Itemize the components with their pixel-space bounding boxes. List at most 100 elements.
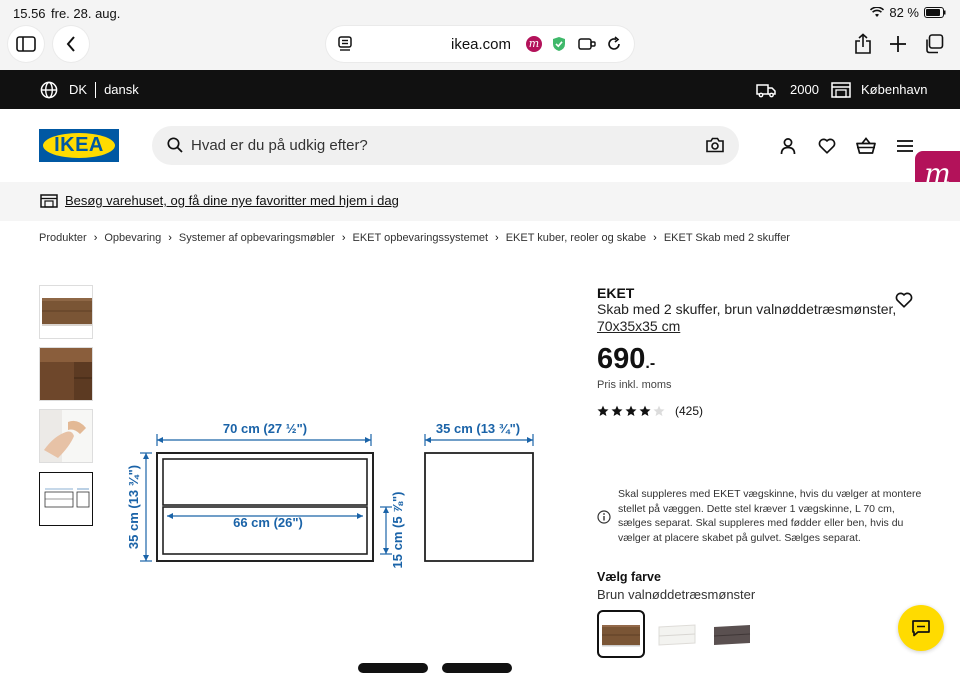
thumbnail-product-front[interactable] xyxy=(39,285,93,339)
star-filled-icon xyxy=(597,405,609,416)
star-filled-icon xyxy=(611,405,623,416)
extensions-icon[interactable] xyxy=(578,37,596,51)
price-vat-note: Pris inkl. moms xyxy=(597,379,672,391)
store-icon xyxy=(40,194,58,208)
chevron-right-icon: › xyxy=(93,232,98,244)
add-to-favorites-button[interactable] xyxy=(895,292,913,308)
truck-icon xyxy=(756,83,776,97)
store-name: København xyxy=(861,82,928,97)
shield-icon[interactable] xyxy=(552,36,566,52)
status-date: fre. 28. aug. xyxy=(51,6,121,21)
tabs-overview-button[interactable] xyxy=(920,30,948,58)
status-time: 15.56 xyxy=(13,6,46,21)
walnut-swatch-image xyxy=(602,625,640,647)
account-button[interactable] xyxy=(777,135,799,157)
review-count: (425) xyxy=(675,404,704,418)
locale-bar: DK dansk 2000 København xyxy=(0,70,960,109)
chevron-right-icon: › xyxy=(341,232,346,244)
product-size-link[interactable]: 70x35x35 cm xyxy=(597,318,680,334)
promo-link[interactable]: Besøg varehuset, og få dine nye favoritt… xyxy=(65,193,399,208)
chat-button[interactable] xyxy=(898,605,944,651)
address-bar[interactable]: ikea.com m xyxy=(326,26,634,62)
price-suffix: .- xyxy=(645,355,656,372)
chevron-right-icon: › xyxy=(653,232,657,244)
inner-width-dimension-label: 66 cm (26") xyxy=(233,515,303,530)
dimensions-thumb-image xyxy=(44,488,90,508)
plus-icon xyxy=(890,36,906,52)
breadcrumb-current: EKET Skab med 2 skuffer xyxy=(663,232,790,244)
width-dimension-label: 70 cm (27 ½") xyxy=(223,421,307,436)
chat-icon xyxy=(912,620,930,637)
product-note: Skal suppleres med EKET vægskinne, hvis … xyxy=(618,488,922,544)
tabs-icon xyxy=(926,34,944,54)
star-empty-icon xyxy=(653,405,665,416)
extension-m-icon[interactable]: m xyxy=(526,36,542,52)
battery-icon xyxy=(924,7,946,18)
reader-icon[interactable] xyxy=(338,36,352,52)
breadcrumb: Produkter › Opbevaring › Systemer af opbev… xyxy=(39,232,790,244)
store-selector[interactable]: København xyxy=(831,70,928,109)
reload-icon[interactable] xyxy=(606,36,622,52)
color-option-darkgrey[interactable] xyxy=(707,610,755,658)
zip-code: 2000 xyxy=(790,82,819,97)
store-icon xyxy=(831,81,851,98)
status-bar: 15.56 fre. 28. aug. 82 % xyxy=(0,0,960,26)
share-button[interactable] xyxy=(849,30,877,58)
info-icon xyxy=(597,510,611,524)
promo-bar: Besøg varehuset, og få dine nye favoritt… xyxy=(0,182,960,221)
new-tab-button[interactable] xyxy=(884,30,912,58)
breadcrumb-item[interactable]: EKET opbevaringssystemet xyxy=(353,232,489,244)
sidebar-toggle-button[interactable] xyxy=(8,26,44,62)
share-icon xyxy=(855,33,871,54)
product-name: Skab med 2 skuffer, brun valnøddetræsmøn… xyxy=(597,301,897,317)
favorites-button[interactable] xyxy=(816,135,838,157)
gallery-nav-button[interactable] xyxy=(358,663,428,673)
delivery-zip-button[interactable]: 2000 xyxy=(756,70,819,109)
white-swatch-image xyxy=(658,624,696,646)
star-filled-icon xyxy=(639,405,651,416)
basket-icon xyxy=(856,137,876,154)
search-input[interactable]: Hvad er du på udkig efter? xyxy=(152,126,739,165)
wifi-icon xyxy=(870,7,885,17)
product-brand: EKET xyxy=(597,285,635,301)
thumbnail-dimensions[interactable] xyxy=(39,472,93,526)
color-section-label: Vælg farve xyxy=(597,570,661,584)
battery-percent: 82 % xyxy=(889,5,919,20)
thumbnail-hand[interactable] xyxy=(39,409,93,463)
product-thumb-image xyxy=(42,298,92,326)
language-selector[interactable]: DK dansk xyxy=(40,70,139,109)
url-text: ikea.com xyxy=(451,36,512,53)
user-icon xyxy=(780,138,796,155)
cart-button[interactable] xyxy=(855,135,877,157)
drawer-height-dimension-label: 15 cm (5 ⅞") xyxy=(390,492,405,569)
product-price: 690.- xyxy=(597,343,655,376)
depth-dimension-label: 35 cm (13 ¾") xyxy=(436,421,520,436)
search-placeholder: Hvad er du på udkig efter? xyxy=(191,137,368,154)
thumbnail-closeup[interactable] xyxy=(39,347,93,401)
ikea-logo[interactable]: IKEA xyxy=(39,129,119,162)
camera-icon[interactable] xyxy=(705,136,725,154)
back-button[interactable] xyxy=(53,26,89,62)
breadcrumb-item[interactable]: Produkter xyxy=(39,232,87,244)
rating-stars xyxy=(597,405,665,417)
country-code: DK xyxy=(69,82,88,97)
browser-toolbar: ikea.com m xyxy=(0,26,960,70)
hand-thumb-image xyxy=(40,410,92,462)
divider xyxy=(95,81,97,98)
color-option-white[interactable] xyxy=(652,610,700,658)
site-header: IKEA Hvad er du på udkig efter? xyxy=(0,109,960,182)
product-rating[interactable]: (425) xyxy=(597,404,703,418)
height-dimension-label: 35 cm (13 ¾") xyxy=(126,465,141,549)
breadcrumb-item[interactable]: Systemer af opbevaringsmøbler xyxy=(179,232,335,244)
color-option-walnut[interactable] xyxy=(597,610,645,658)
selected-color-name: Brun valnøddetræsmønster xyxy=(597,587,756,602)
logo-text: IKEA xyxy=(54,134,104,156)
closeup-thumb-image xyxy=(40,348,92,400)
breadcrumb-item[interactable]: EKET kuber, reoler og skabe xyxy=(506,232,646,244)
chevron-right-icon: › xyxy=(168,232,172,244)
menu-button[interactable] xyxy=(894,135,916,157)
chevron-right-icon: › xyxy=(495,232,499,244)
breadcrumb-item[interactable]: Opbevaring xyxy=(104,232,161,244)
hamburger-icon xyxy=(897,140,913,152)
gallery-nav-button[interactable] xyxy=(442,663,512,673)
